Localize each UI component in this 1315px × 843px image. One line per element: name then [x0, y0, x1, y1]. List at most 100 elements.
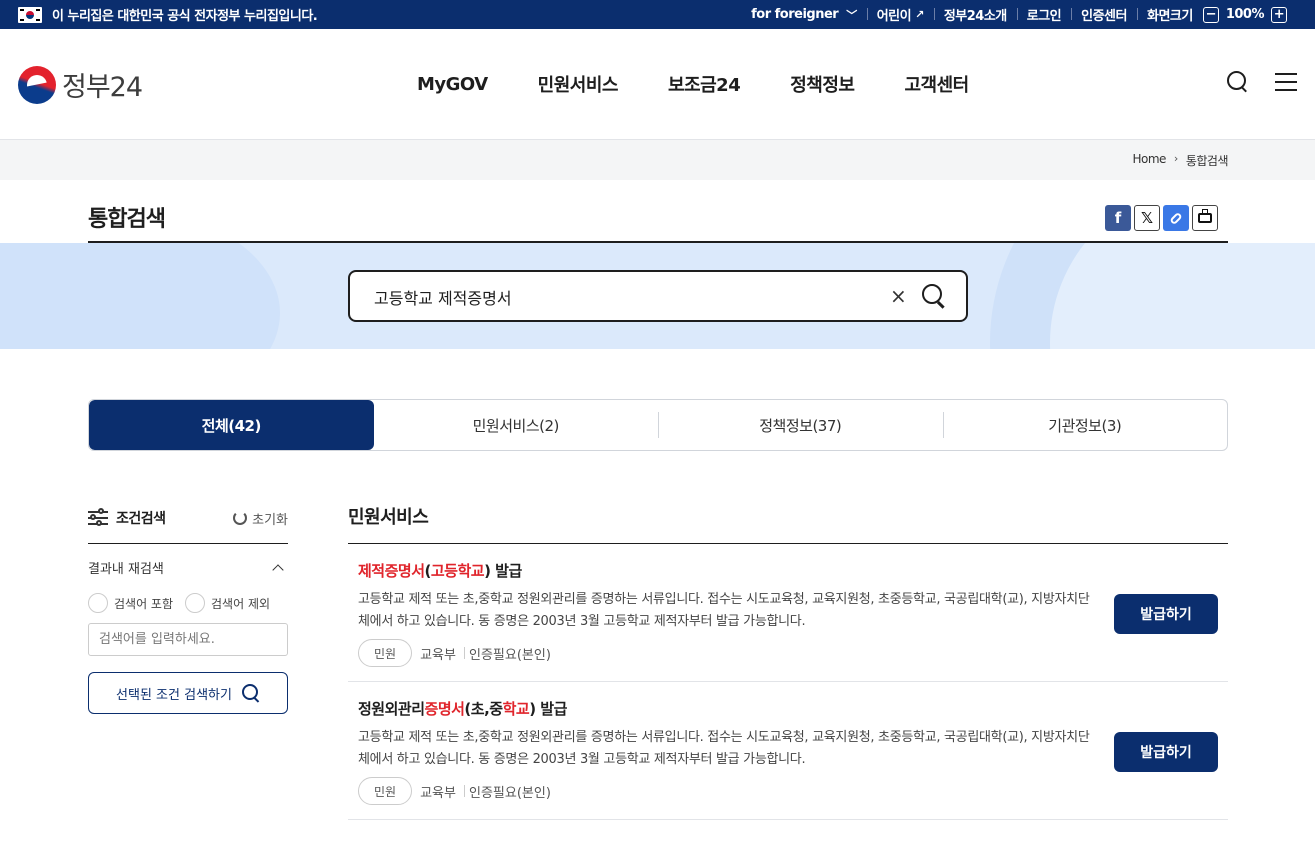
keyword-mode-radios: 검색어 포함 검색어 제외	[88, 593, 288, 613]
about-link[interactable]: 정부24소개	[933, 5, 1017, 24]
search-submit-icon[interactable]	[922, 284, 946, 308]
x-share-icon[interactable]: 𝕏	[1134, 205, 1160, 231]
issue-button[interactable]: 발급하기	[1114, 732, 1218, 772]
official-notice: 이 누리집은 대한민국 공식 전자정부 누리집입니다.	[18, 0, 318, 29]
breadcrumb-bar: Home › 통합검색	[0, 140, 1315, 180]
meta-divider	[463, 647, 465, 659]
search-icon[interactable]	[1227, 71, 1249, 93]
share-buttons: f 𝕏	[1105, 205, 1218, 231]
category-tag: 민원	[358, 639, 413, 667]
title-text: (초,중	[464, 700, 503, 718]
main-header: 정부24 MyGOV 민원서비스 보조금24 정책정보 고객센터	[0, 29, 1315, 140]
tab-agency-info[interactable]: 기관정보(3)	[942, 400, 1228, 450]
site-logo[interactable]: 정부24	[18, 65, 143, 104]
login-link[interactable]: 로그인	[1016, 5, 1071, 24]
cert-center-link[interactable]: 인증센터	[1071, 5, 1137, 24]
result-description: 고등학교 제적 또는 초,중학교 정원외관리를 증명하는 서류입니다. 접수는 …	[358, 730, 1090, 767]
results-section: 민원서비스 제적증명서(고등학교) 발급 고등학교 제적 또는 초,중학교 정원…	[348, 503, 1228, 820]
filter-divider	[88, 543, 288, 544]
title-highlight: 고등학교	[430, 562, 485, 580]
refresh-icon	[233, 511, 248, 525]
refine-keyword-input[interactable]	[88, 623, 288, 656]
print-icon[interactable]	[1192, 205, 1218, 231]
include-keyword-label: 검색어 포함	[114, 596, 174, 611]
hamburger-menu-icon[interactable]	[1275, 73, 1297, 91]
breadcrumb: Home › 통합검색	[1132, 152, 1228, 169]
agency-name: 교육부	[420, 647, 456, 663]
title-highlight: 제적증명서	[358, 562, 425, 580]
tab-all[interactable]: 전체(42)	[89, 400, 374, 450]
title-text: 정원외관리	[358, 700, 425, 718]
radio-circle	[185, 593, 206, 613]
nav-item-policy-info[interactable]: 정책정보	[765, 71, 879, 97]
apply-filter-button[interactable]: 선택된 조건 검색하기	[88, 672, 288, 714]
title-text: ) 발급	[484, 562, 522, 580]
auth-requirement: 인증필요(본인)	[468, 647, 551, 663]
category-tag: 민원	[358, 777, 413, 805]
screen-size-label: 화면크기	[1146, 9, 1193, 24]
condition-search-panel: 조건검색 초기화 결과내 재검색 검색어 포함 검색어 제외 선택된 조건 검색…	[88, 505, 288, 714]
search-input[interactable]	[374, 286, 854, 308]
include-keyword-radio[interactable]: 검색어 포함	[88, 593, 173, 613]
external-link-icon: ↗	[915, 8, 924, 21]
korea-flag-icon	[18, 6, 42, 23]
result-title-link[interactable]: 제적증명서(고등학교) 발급	[358, 560, 1218, 581]
clear-search-icon[interactable]: ×	[890, 284, 907, 308]
kids-label: 어린이	[876, 9, 912, 24]
result-title-link[interactable]: 정원외관리증명서(초,중학교) 발급	[358, 698, 1218, 719]
page-title: 통합검색	[88, 207, 166, 232]
filter-title: 조건검색	[88, 508, 166, 528]
nav-item-customer-center[interactable]: 고객센터	[879, 71, 993, 97]
chevron-right-icon: ›	[1173, 152, 1178, 165]
filter-title-label: 조건검색	[116, 511, 166, 527]
result-description: 고등학교 제적 또는 초,중학교 정원외관리를 증명하는 서류입니다. 접수는 …	[358, 592, 1090, 629]
nav-item-civil-service[interactable]: 민원서비스	[513, 71, 643, 97]
refine-search-label: 결과내 재검색	[88, 562, 164, 577]
chevron-down-icon: ﹀	[846, 8, 857, 22]
kids-link[interactable]: 어린이 ↗	[866, 5, 934, 24]
top-utility-bar: 이 누리집은 대한민국 공식 전자정부 누리집입니다. for foreigne…	[0, 0, 1315, 29]
for-foreigner-label: for foreigner	[751, 7, 839, 22]
zoom-out-button[interactable]: −	[1202, 6, 1219, 23]
integrated-search-box: ×	[348, 270, 968, 322]
search-icon	[241, 684, 260, 702]
nav-item-subsidy24[interactable]: 보조금24	[643, 71, 765, 97]
refine-search-toggle[interactable]: 결과내 재검색	[88, 558, 288, 577]
auth-requirement: 인증필요(본인)	[468, 785, 551, 801]
apply-filter-label: 선택된 조건 검색하기	[116, 687, 232, 703]
exclude-keyword-radio[interactable]: 검색어 제외	[185, 593, 270, 613]
breadcrumb-home[interactable]: Home	[1132, 152, 1166, 169]
header-icons	[1227, 71, 1297, 93]
for-foreigner-dropdown[interactable]: for foreigner ﹀	[741, 7, 867, 23]
zoom-in-button[interactable]: +	[1271, 6, 1287, 23]
result-meta: 민원 교육부 인증필요(본인)	[358, 639, 1218, 667]
decorative-shape	[0, 243, 280, 349]
filter-sliders-icon	[88, 508, 108, 527]
taegeuk-logo-icon	[18, 65, 56, 104]
filter-header: 조건검색 초기화	[88, 505, 288, 531]
breadcrumb-current: 통합검색	[1185, 154, 1229, 168]
screen-size-control: 화면크기 − 100% +	[1136, 5, 1297, 24]
result-item: 제적증명서(고등학교) 발급 고등학교 제적 또는 초,중학교 정원외관리를 증…	[348, 544, 1228, 682]
title-text: ) 발급	[529, 700, 567, 718]
utility-links: for foreigner ﹀ 어린이 ↗ 정부24소개 로그인 인증센터 화면크기…	[741, 0, 1297, 29]
nav-item-mygov[interactable]: MyGOV	[392, 74, 513, 95]
global-nav: MyGOV 민원서비스 보조금24 정책정보 고객센터	[392, 29, 994, 139]
title-highlight: 증명서	[424, 700, 465, 718]
logo-text: 정부24	[62, 72, 143, 103]
chevron-up-icon	[272, 563, 284, 576]
link-copy-icon[interactable]	[1163, 205, 1189, 231]
zoom-level: 100%	[1225, 7, 1265, 22]
decorative-shape	[990, 243, 1315, 349]
radio-circle	[88, 593, 108, 613]
reset-label: 초기화	[252, 512, 288, 528]
issue-button[interactable]: 발급하기	[1114, 594, 1218, 634]
facebook-share-icon[interactable]: f	[1105, 205, 1131, 231]
exclude-keyword-label: 검색어 제외	[211, 596, 271, 611]
result-category-tabs: 전체(42) 민원서비스(2) 정책정보(37) 기관정보(3)	[88, 399, 1228, 451]
tab-policy-info[interactable]: 정책정보(37)	[658, 400, 943, 450]
official-notice-text: 이 누리집은 대한민국 공식 전자정부 누리집입니다.	[52, 9, 318, 24]
tab-civil-service[interactable]: 민원서비스(2)	[374, 400, 659, 450]
reset-button[interactable]: 초기화	[233, 509, 288, 528]
result-meta: 민원 교육부 인증필요(본인)	[358, 777, 1218, 805]
